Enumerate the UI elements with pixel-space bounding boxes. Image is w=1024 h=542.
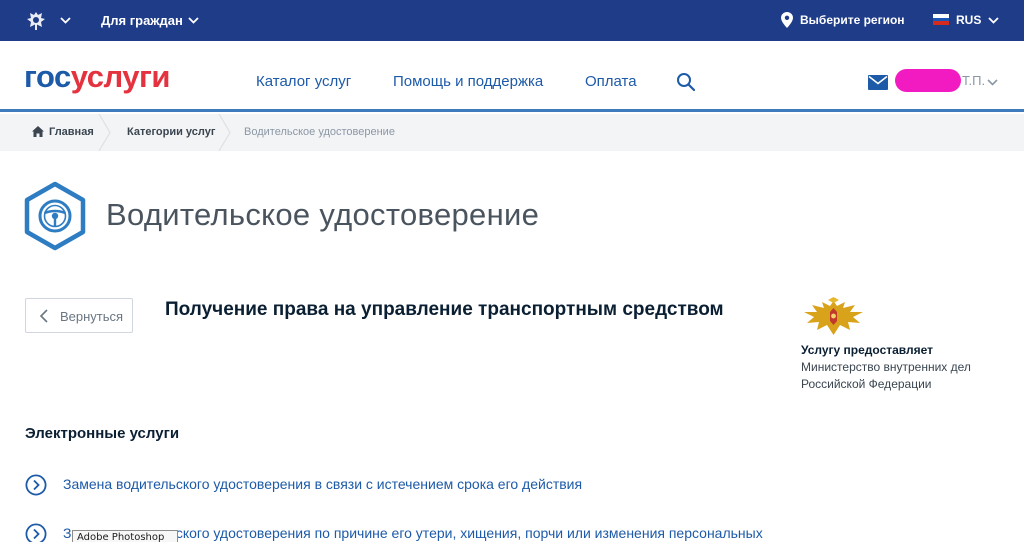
for-citizens-menu[interactable]: Для граждан	[101, 13, 183, 28]
mail-icon[interactable]	[868, 75, 888, 90]
nav-catalog[interactable]: Каталог услуг	[256, 73, 351, 90]
top-bar: Для граждан Выберите регион RUS	[0, 0, 1024, 41]
breadcrumb: Главная Категории услуг Водительское удо…	[0, 114, 1024, 151]
user-initials[interactable]: Т.П.	[962, 73, 985, 88]
chevron-down-icon[interactable]	[188, 15, 199, 26]
nav-help[interactable]: Помощь и поддержка	[393, 73, 543, 90]
page-title: Водительское удостоверение	[106, 197, 540, 232]
service-subtitle: Получение права на управление транспортн…	[165, 299, 724, 320]
logo-part-gos: гос	[24, 59, 71, 94]
ministry-emblem-icon	[804, 297, 863, 335]
steering-wheel-icon	[24, 181, 86, 251]
search-icon[interactable]	[676, 72, 696, 92]
russian-emblem-icon[interactable]	[24, 9, 48, 33]
service-link-item[interactable]: Замена водительского удостоверения в свя…	[25, 474, 905, 498]
service-link-text[interactable]: Замена водительского удостоверения в свя…	[63, 476, 582, 492]
electronic-services-heading: Электронные услуги	[25, 425, 180, 442]
gosuslugi-logo[interactable]: госуслуги	[24, 60, 170, 94]
user-avatar-redacted[interactable]	[895, 69, 961, 92]
location-pin-icon[interactable]	[781, 12, 793, 28]
tooltip: Adobe Photoshop 7.0	[72, 530, 178, 542]
breadcrumb-home[interactable]: Главная	[49, 114, 94, 151]
chevron-circle-right-icon	[25, 523, 47, 542]
back-button[interactable]: Вернуться	[25, 298, 133, 333]
main-header: госуслуги Каталог услуг Помощь и поддерж…	[0, 41, 1024, 112]
breadcrumb-current: Водительское удостоверение	[244, 126, 395, 138]
breadcrumb-categories[interactable]: Категории услуг	[127, 114, 215, 151]
region-selector[interactable]: Выберите регион	[800, 13, 905, 27]
russian-flag-icon[interactable]	[933, 14, 949, 25]
chevron-down-icon[interactable]	[60, 15, 71, 26]
breadcrumb-separator	[218, 114, 231, 151]
language-selector[interactable]: RUS	[956, 13, 981, 27]
chevron-left-icon	[39, 309, 48, 323]
nav-payment[interactable]: Оплата	[585, 73, 637, 90]
provider-label: Услугу предоставляет	[801, 343, 934, 357]
chevron-down-icon[interactable]	[988, 15, 999, 26]
breadcrumb-separator	[98, 114, 111, 151]
logo-part-uslugi: услуги	[70, 59, 171, 94]
home-icon[interactable]	[32, 126, 44, 137]
back-button-label: Вернуться	[60, 309, 124, 324]
provider-name: Министерство внутренних дел Российской Ф…	[801, 360, 971, 391]
chevron-circle-right-icon	[25, 474, 47, 496]
chevron-down-icon[interactable]	[987, 77, 998, 88]
